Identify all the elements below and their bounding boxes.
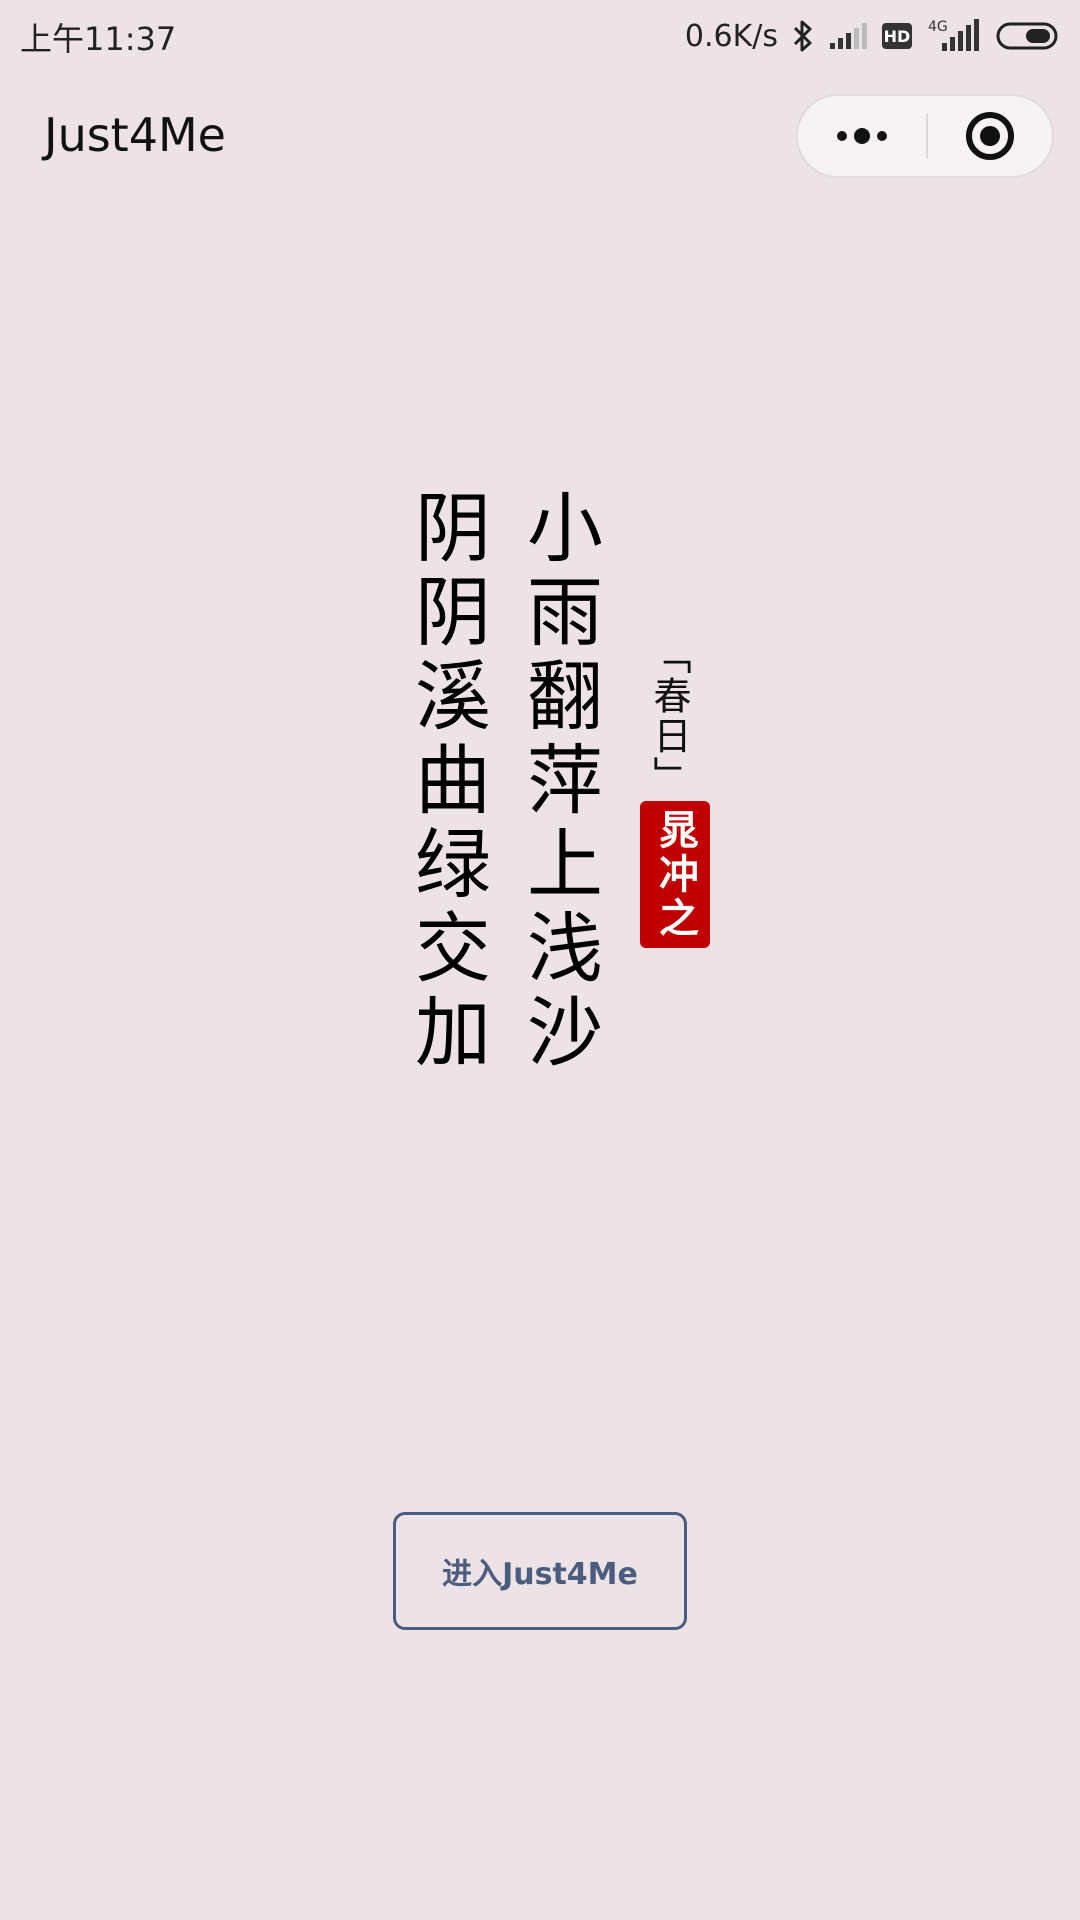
signal-strength-icon — [828, 21, 868, 51]
network-speed: 0.6K/s — [684, 18, 778, 54]
screen: 上午11:37 0.6K/s HD 4G Just4Me 小雨翻萍上浅沙 阴阴溪… — [0, 0, 1080, 1920]
battery-icon — [996, 21, 1062, 51]
status-time: 上午11:37 — [20, 20, 177, 58]
close-mini-program-button[interactable] — [928, 96, 1052, 176]
enter-app-button-label: 进入Just4Me — [442, 1557, 638, 1592]
more-dots-icon — [837, 128, 887, 144]
mini-program-capsule — [796, 94, 1054, 178]
mobile-data-signal-icon: 4G — [926, 17, 982, 55]
hd-badge: HD — [882, 23, 912, 49]
poem-line-1: 小雨翻萍上浅沙 — [514, 488, 603, 1076]
poem-line-2: 阴阴溪曲绿交加 — [402, 488, 491, 1076]
author-seal: 晁冲之 — [640, 801, 710, 948]
more-options-button[interactable] — [798, 96, 926, 176]
poem-author: 晁冲之 — [652, 808, 698, 941]
status-icons: 0.6K/s HD 4G — [685, 14, 1062, 58]
enter-app-button[interactable]: 进入Just4Me — [393, 1512, 687, 1630]
network-type-label: 4G — [928, 19, 948, 35]
target-close-icon — [966, 112, 1014, 160]
bluetooth-icon — [792, 19, 814, 53]
poem-title: 「春日」 — [647, 636, 691, 796]
status-bar: 上午11:37 0.6K/s HD 4G — [0, 0, 1080, 72]
app-title: Just4Me — [44, 108, 226, 162]
